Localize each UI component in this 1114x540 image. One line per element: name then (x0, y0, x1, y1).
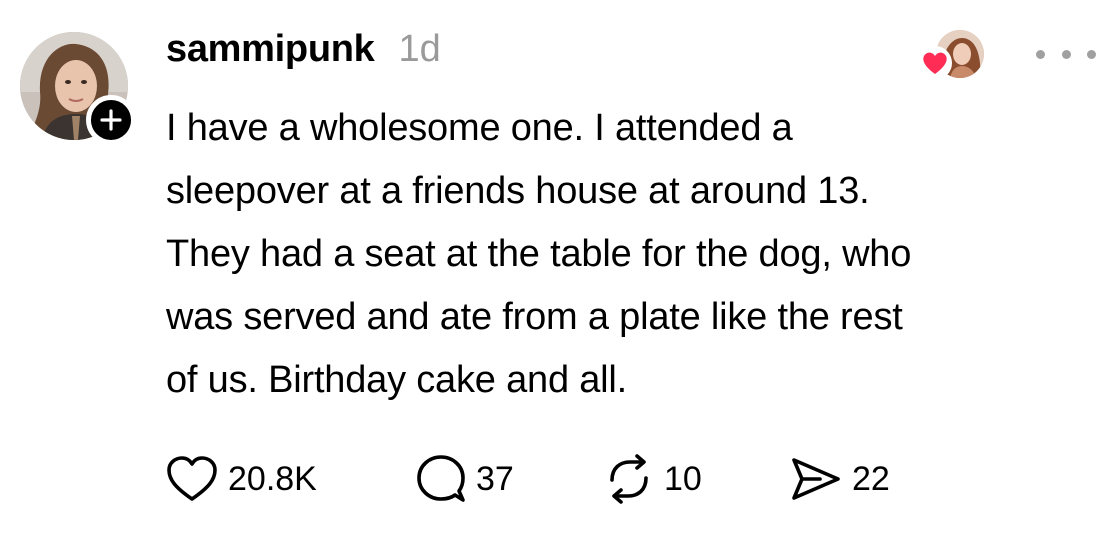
post-text-line: They had a seat at the table for the dog… (166, 233, 912, 275)
post-text-line: was served and ate from a plate like the… (166, 296, 903, 338)
post-text-line: of us. Birthday cake and all. (166, 359, 628, 401)
heart-outline-icon (167, 456, 217, 501)
post-text-line: sleepover at a friends house at around 1… (166, 170, 870, 212)
reply-count: 37 (476, 459, 514, 498)
plus-icon (100, 109, 122, 131)
speech-bubble-icon (417, 455, 465, 502)
repost-button[interactable]: 10 (604, 452, 702, 506)
more-icon (1036, 49, 1045, 59)
more-icon-dot (1087, 49, 1096, 59)
username[interactable]: sammipunk (166, 28, 375, 71)
more-icon-dot (1061, 49, 1071, 59)
send-icon (792, 458, 840, 500)
post-text: I have a wholesome one. I attended a sle… (166, 97, 1101, 412)
post-header: sammipunk 1d (166, 28, 441, 80)
like-count: 20.8K (228, 459, 317, 498)
thread-post: sammipunk 1d I have a wholesome one. I a… (0, 0, 1114, 540)
timestamp: 1d (398, 28, 441, 70)
post-text-line: I have a wholesome one. I attended a (166, 107, 793, 149)
share-button[interactable]: 22 (790, 452, 890, 506)
repost-icon (610, 454, 648, 504)
more-options-button[interactable] (1036, 42, 1096, 66)
repost-count: 10 (664, 459, 702, 498)
follow-button[interactable] (86, 95, 136, 145)
reply-button[interactable]: 37 (416, 452, 514, 506)
heart-icon (918, 46, 952, 80)
like-button[interactable]: 20.8K (166, 452, 317, 506)
liked-by-indicator (918, 30, 988, 80)
share-count: 22 (852, 459, 890, 498)
